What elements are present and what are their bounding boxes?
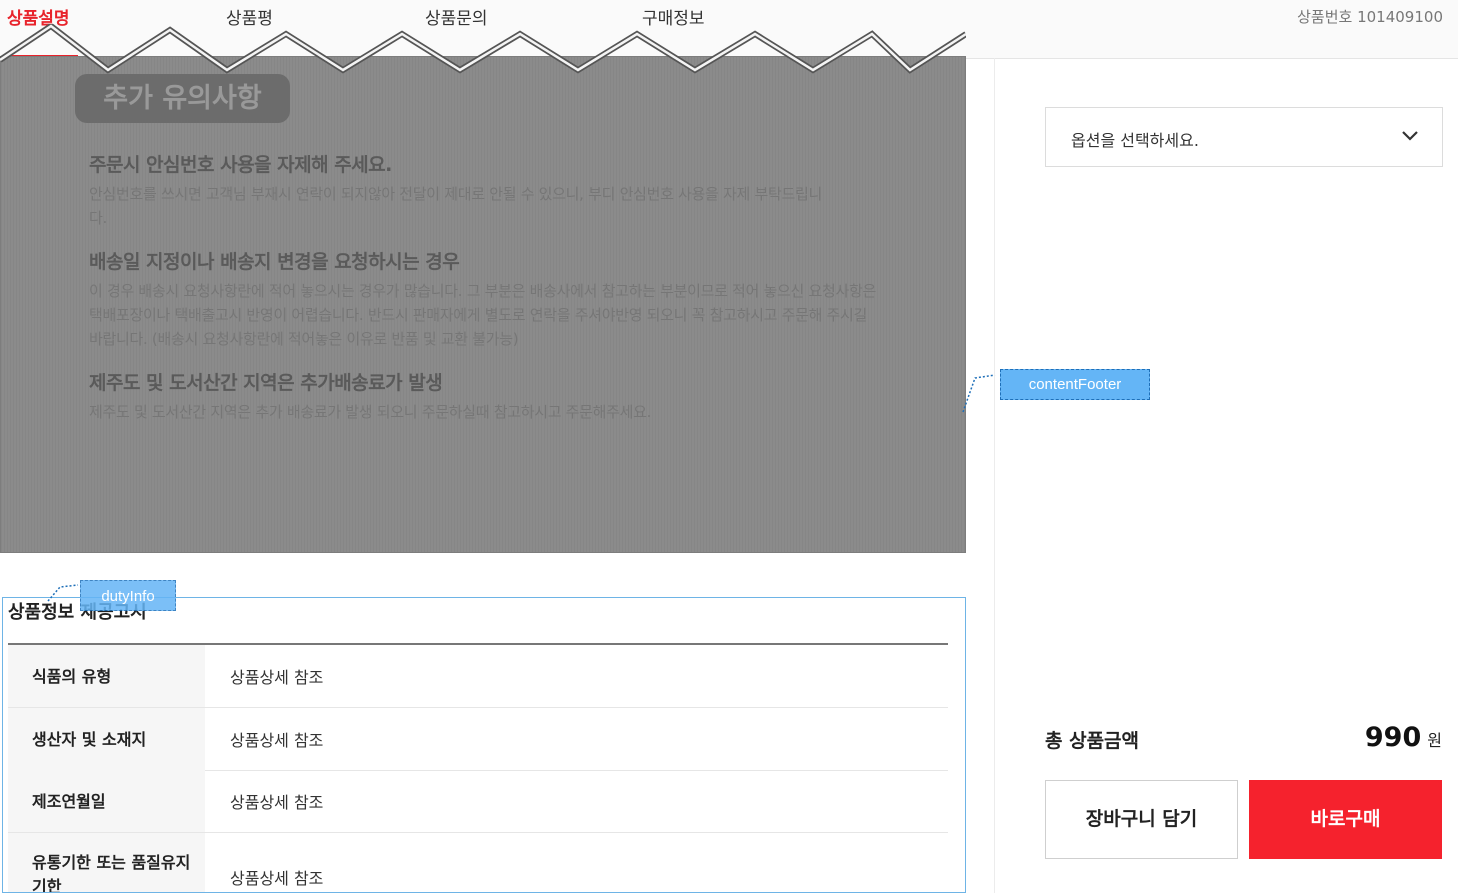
row-key-cell: 유통기한 또는 품질유지기한 <box>8 833 205 893</box>
table-row: 제조연월일 상품상세 참조 <box>8 770 948 833</box>
duty-info-table: 상품정보 제공고시 식품의 유형 상품상세 참조 생산자 및 소재지 상품상세 … <box>2 597 966 893</box>
buy-now-button[interactable]: 바로구매 <box>1249 780 1442 859</box>
total-price: 990 원 <box>1365 722 1442 753</box>
panel-divider <box>994 58 995 893</box>
row-value: 상품상세 참조 <box>230 869 324 888</box>
content-footer-tag: contentFooter <box>1000 369 1150 400</box>
row-key: 식품의 유형 <box>32 667 112 686</box>
zigzag-border <box>0 24 966 74</box>
notice-badge: 추가 유의사항 <box>75 74 290 123</box>
row-key-cell: 식품의 유형 <box>8 645 205 707</box>
total-price-unit: 원 <box>1427 731 1442 750</box>
content-footer-leader <box>962 374 996 413</box>
table-row: 유통기한 또는 품질유지기한 상품상세 참조 <box>8 833 948 893</box>
table-row: 생산자 및 소재지 상품상세 참조 <box>8 708 948 771</box>
notice-body-2: 이 경우 배송시 요청사항란에 적어 놓으시는 경우가 많습니다. 그 부분은 … <box>89 282 876 348</box>
product-number: 상품번호 101409100 <box>1297 8 1443 26</box>
duty-info-tag: dutyInfo <box>80 580 176 611</box>
chevron-down-icon <box>1402 131 1418 141</box>
add-to-cart-button[interactable]: 장바구니 담기 <box>1045 780 1238 859</box>
row-key-cell: 제조연월일 <box>8 770 205 832</box>
row-value: 상품상세 참조 <box>230 668 324 687</box>
total-price-value: 990 <box>1364 722 1422 753</box>
row-value: 상품상세 참조 <box>230 793 324 812</box>
row-key-cell: 생산자 및 소재지 <box>8 708 205 770</box>
notice-heading-2: 배송일 지정이나 배송지 변경을 요청하시는 경우 <box>89 251 460 273</box>
content-footer: 추가 유의사항 주문시 안심번호 사용을 자제해 주세요. 안심번호를 쓰시면 … <box>0 56 966 553</box>
notice-heading-1: 주문시 안심번호 사용을 자제해 주세요. <box>89 154 392 176</box>
option-select-placeholder: 옵션을 선택하세요. <box>1071 131 1199 150</box>
row-value: 상품상세 참조 <box>230 731 324 750</box>
option-select[interactable]: 옵션을 선택하세요. <box>1045 107 1443 167</box>
notice-heading-3: 제주도 및 도서산간 지역은 추가배송료가 발생 <box>89 372 443 394</box>
total-price-label: 총 상품금액 <box>1045 730 1140 752</box>
table-row: 식품의 유형 상품상세 참조 <box>8 645 948 708</box>
notice-body-1: 안심번호를 쓰시면 고객님 부재시 연락이 되지않아 전달이 제대로 안될 수 … <box>89 185 822 227</box>
notice-panel: 추가 유의사항 주문시 안심번호 사용을 자제해 주세요. 안심번호를 쓰시면 … <box>1 57 947 542</box>
notice-body-3: 제주도 및 도서산간 지역은 추가 배송료가 발생 되오니 주문하실때 참고하시… <box>89 403 652 421</box>
row-key: 생산자 및 소재지 <box>32 730 147 749</box>
row-key: 유통기한 또는 품질유지기한 <box>32 853 191 893</box>
row-key: 제조연월일 <box>32 792 106 811</box>
